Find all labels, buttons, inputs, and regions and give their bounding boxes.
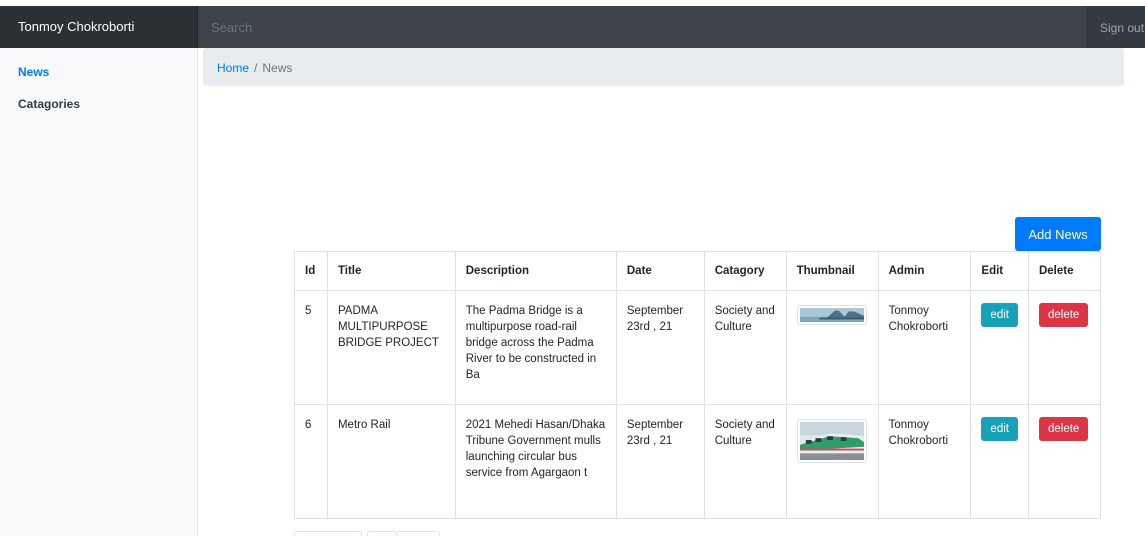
header-date: Date — [615, 251, 705, 291]
cell-id: 6 — [294, 404, 328, 519]
cell-description: The Padma Bridge is a multipurpose road-… — [454, 290, 617, 405]
table-header-row: Id Title Description Date Catagory Thumb… — [294, 251, 1102, 291]
sidebar: News Catagories — [0, 48, 198, 536]
breadcrumb-separator: / — [254, 61, 258, 75]
sidebar-item-catagories[interactable]: Catagories — [0, 88, 197, 120]
add-news-button[interactable]: Add News — [1015, 217, 1101, 251]
table-row: 6 Metro Rail 2021 Mehedi Hasan/Dhaka Tri… — [294, 404, 1102, 519]
pagination-next[interactable] — [396, 531, 440, 536]
cell-edit: edit — [970, 290, 1029, 405]
cell-category: Society and Culture — [703, 290, 787, 405]
header-thumbnail: Thumbnail — [785, 251, 879, 291]
edit-button[interactable]: edit — [981, 417, 1018, 441]
delete-button[interactable]: delete — [1038, 303, 1089, 327]
news-table: Id Title Description Date Catagory Thumb… — [294, 251, 1102, 519]
cell-date: September 23rd , 21 — [615, 404, 705, 519]
metro-rail-thumbnail-image — [796, 419, 867, 463]
table-row: 5 PADMA MULTIPURPOSE BRIDGE PROJECT The … — [294, 290, 1102, 405]
breadcrumb-current: News — [262, 61, 293, 75]
delete-button[interactable]: delete — [1038, 417, 1089, 441]
pagination-page[interactable] — [367, 531, 397, 536]
breadcrumb-home-link[interactable]: Home — [217, 61, 249, 75]
bridge-thumbnail-image — [796, 305, 867, 325]
cell-admin: Tonmoy Chokroborti — [877, 404, 972, 519]
breadcrumb: Home / News — [203, 48, 1124, 86]
brand-name[interactable]: Tonmoy Chokroborti — [0, 6, 198, 48]
header-description: Description — [454, 251, 617, 291]
cell-title: Metro Rail — [326, 404, 456, 519]
sign-out-link[interactable]: Sign out — [1100, 6, 1144, 48]
cell-thumbnail — [785, 290, 879, 405]
cell-title: PADMA MULTIPURPOSE BRIDGE PROJECT — [326, 290, 456, 405]
cell-delete: delete — [1027, 290, 1102, 405]
sidebar-item-news[interactable]: News — [0, 56, 197, 88]
cell-thumbnail — [785, 404, 879, 519]
header-edit: Edit — [970, 251, 1029, 291]
cell-description: 2021 Mehedi Hasan/Dhaka Tribune Governme… — [454, 404, 617, 519]
top-navbar: Tonmoy Chokroborti Sign out — [0, 0, 1145, 48]
header-delete: Delete — [1027, 251, 1102, 291]
cell-admin: Tonmoy Chokroborti — [877, 290, 972, 405]
edit-button[interactable]: edit — [981, 303, 1018, 327]
header-id: Id — [294, 251, 328, 291]
cell-edit: edit — [970, 404, 1029, 519]
cell-category: Society and Culture — [703, 404, 787, 519]
header-catagory: Catagory — [703, 251, 787, 291]
header-admin: Admin — [877, 251, 972, 291]
cell-date: September 23rd , 21 — [615, 290, 705, 405]
header-title: Title — [326, 251, 456, 291]
search-input[interactable] — [198, 6, 1086, 48]
cell-id: 5 — [294, 290, 328, 405]
pagination-previous[interactable] — [294, 531, 362, 536]
cell-delete: delete — [1027, 404, 1102, 519]
